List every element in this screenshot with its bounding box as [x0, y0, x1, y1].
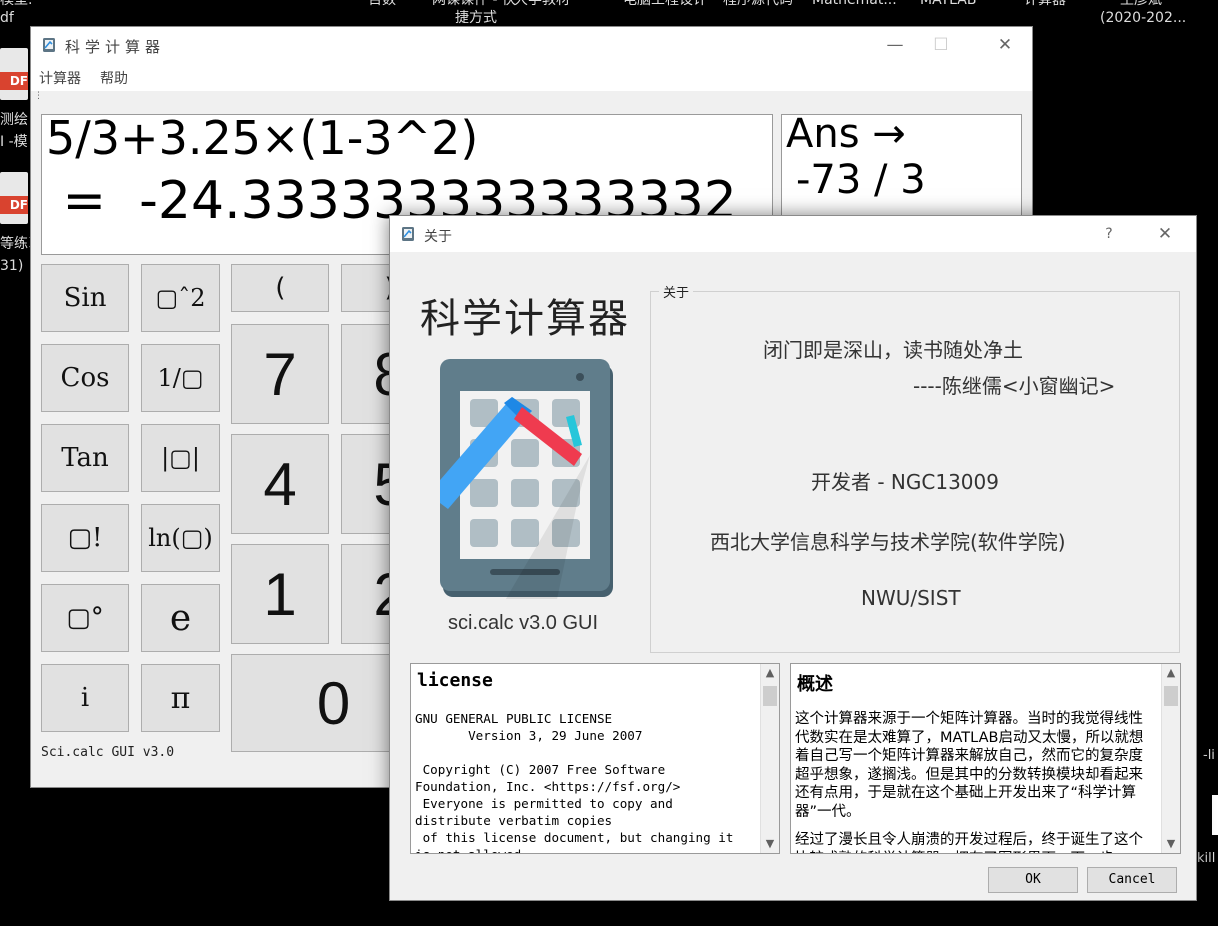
about-dialog: 关于 ? ✕ 科学计算器 sci.calc v3.0 GUI 关于 闭门即是深山… — [389, 215, 1197, 901]
calculator-logo-icon — [440, 359, 613, 599]
summary-paragraph: 经过了漫长且令人崩溃的开发过程后，终于诞生了这个比较成熟的科学计算器，拥有了图形… — [795, 832, 1143, 853]
desktop-label: 网课课件 - 快 — [432, 0, 516, 8]
desktop-label: df — [0, 10, 14, 26]
desktop-label: 捷方式 — [455, 10, 497, 26]
sin-button[interactable]: Sin — [41, 264, 129, 332]
desktop-fragment-text: -li — [1203, 748, 1215, 763]
app-name: 科学计算器 — [420, 296, 630, 342]
menu-help[interactable]: 帮助 — [100, 68, 128, 88]
digit-7-button[interactable]: 7 — [231, 324, 329, 424]
desktop-label: 计算器 — [1024, 0, 1066, 8]
desktop-label: MATLAB — [920, 0, 977, 8]
desktop-label: Mathemat... — [812, 0, 897, 8]
dialog-close-button[interactable]: ✕ — [1142, 216, 1188, 252]
desktop-window-edge — [1212, 795, 1218, 835]
desktop-file-label: 31) — [0, 258, 24, 274]
cancel-button[interactable]: Cancel — [1087, 867, 1177, 893]
desktop-label: 大学教材 — [514, 0, 570, 8]
ok-button[interactable]: OK — [988, 867, 1078, 893]
menu-bar: 计算器 帮助 — [31, 63, 1032, 91]
window-title: 科学计算器 — [65, 38, 166, 56]
pdf-badge: DF — [0, 72, 28, 90]
toolbar-grip: ⋮ — [34, 91, 43, 101]
minimize-button[interactable]: — — [872, 27, 918, 63]
pdf-file-icon[interactable]: DF — [0, 48, 28, 100]
developer-text: 开发者 - NGC13009 — [811, 470, 999, 494]
open-paren-button[interactable]: ( — [231, 264, 329, 312]
scroll-up-icon[interactable]: ▲ — [1162, 664, 1180, 682]
pi-button[interactable]: π — [141, 664, 220, 732]
factorial-button[interactable]: ▢! — [41, 504, 129, 572]
scroll-thumb[interactable] — [1164, 686, 1178, 706]
square-button[interactable]: ▢ˆ2 — [141, 264, 220, 332]
menu-calculator[interactable]: 计算器 — [39, 68, 81, 88]
reciprocal-button[interactable]: 1/▢ — [141, 344, 220, 412]
calculator-app-icon — [402, 227, 414, 241]
scroll-down-icon[interactable]: ▼ — [1162, 835, 1180, 853]
desktop-file-label: 测绘 — [0, 112, 28, 128]
summary-heading: 概述 — [797, 674, 833, 695]
summary-body: 这个计算器来源于一个矩阵计算器。当时的我觉得线性代数实在是太难算了，MATLAB… — [795, 710, 1157, 853]
desktop-file-label: I -模 — [0, 134, 28, 150]
license-heading: license — [417, 670, 493, 691]
app-version: sci.calc v3.0 GUI — [448, 612, 599, 634]
license-scrollbar[interactable]: ▲ ▼ — [760, 664, 779, 853]
help-button[interactable]: ? — [1086, 216, 1132, 252]
e-button[interactable]: e — [141, 584, 220, 652]
degree-button[interactable]: ▢° — [41, 584, 129, 652]
abs-button[interactable]: |▢| — [141, 424, 220, 492]
maximize-button[interactable]: ☐ — [918, 27, 964, 63]
license-body: GNU GENERAL PUBLIC LICENSE Version 3, 29… — [415, 711, 734, 853]
group-title: 关于 — [659, 282, 694, 301]
quote-text: 闭门即是深山，读书随处净土 — [763, 338, 1023, 362]
pdf-badge: DF — [0, 196, 28, 214]
ans-value: -73 / 3 — [796, 157, 926, 203]
summary-paragraph: 这个计算器来源于一个矩阵计算器。当时的我觉得线性代数实在是太难算了，MATLAB… — [795, 711, 1144, 820]
summary-text-box[interactable]: 概述 这个计算器来源于一个矩阵计算器。当时的我觉得线性代数实在是太难算了，MAT… — [790, 663, 1181, 854]
quote-author: ----陈继儒<小窗幽记> — [913, 374, 1116, 398]
desktop-label: 百数 — [368, 0, 396, 8]
desktop-label: 电脑工程设计 — [623, 0, 707, 8]
imaginary-button[interactable]: i — [41, 664, 129, 732]
desktop-label: 程序源代码 — [723, 0, 793, 8]
org-text: NWU/SIST — [861, 586, 961, 610]
status-label: Sci.calc GUI v3.0 — [41, 745, 175, 760]
digit-4-button[interactable]: 4 — [231, 434, 329, 534]
desktop-label: 模型. — [0, 0, 33, 8]
expression-text: 5/3+3.25×(1-3^2) — [46, 114, 479, 165]
digit-1-button[interactable]: 1 — [231, 544, 329, 644]
scroll-up-icon[interactable]: ▲ — [761, 664, 779, 682]
school-text: 西北大学信息科学与技术学院(软件学院) — [710, 530, 1066, 554]
about-group: 关于 闭门即是深山，读书随处净土 ----陈继儒<小窗幽记> 开发者 - NGC… — [650, 282, 1180, 653]
ln-button[interactable]: ln(▢) — [141, 504, 220, 572]
desktop-fragment-text: kill — [1197, 851, 1216, 866]
calculator-app-icon — [43, 38, 55, 52]
scroll-thumb[interactable] — [763, 686, 777, 706]
summary-scrollbar[interactable]: ▲ ▼ — [1161, 664, 1180, 853]
close-button[interactable]: ✕ — [982, 27, 1028, 63]
scroll-down-icon[interactable]: ▼ — [761, 835, 779, 853]
license-text-box[interactable]: license GNU GENERAL PUBLIC LICENSE Versi… — [410, 663, 780, 854]
ans-label: Ans → — [786, 114, 906, 157]
tan-button[interactable]: Tan — [41, 424, 129, 492]
desktop-label: (2020-202... — [1100, 10, 1187, 26]
cos-button[interactable]: Cos — [41, 344, 129, 412]
dialog-title: 关于 — [424, 229, 452, 245]
title-bar[interactable]: 科学计算器 — ☐ ✕ — [31, 27, 1032, 63]
pdf-file-icon[interactable]: DF — [0, 172, 28, 224]
dialog-title-bar[interactable]: 关于 ? ✕ — [390, 216, 1196, 252]
desktop-label: 王彦斌 — [1120, 0, 1162, 8]
